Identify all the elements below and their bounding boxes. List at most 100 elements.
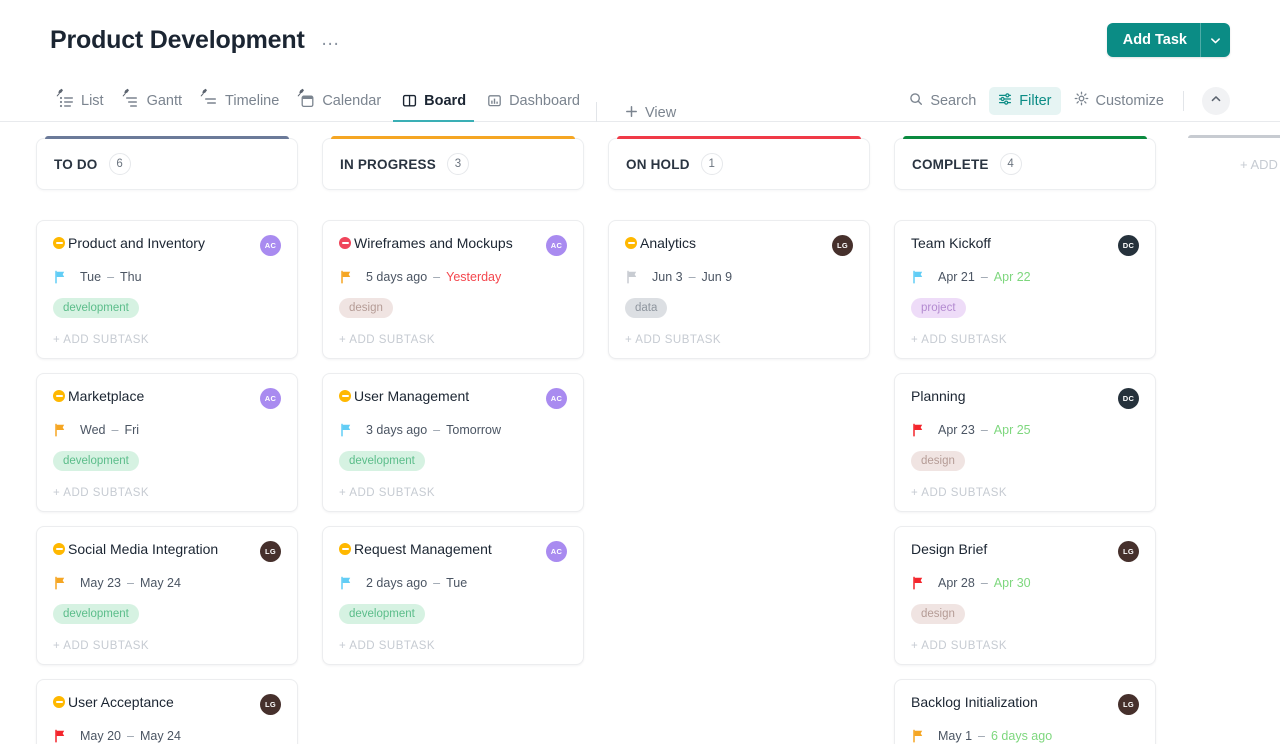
add-subtask-button[interactable]: + ADD SUBTASK (339, 487, 567, 499)
tab-gantt[interactable]: Gantt (114, 80, 192, 122)
task-card[interactable]: Social Media Integration LG May 23– May 24 d… (36, 526, 298, 665)
avatar[interactable]: LG (1118, 541, 1139, 562)
task-status-icon[interactable] (339, 237, 351, 249)
task-card[interactable]: Request Management AC 2 days ago – Tue develo… (322, 526, 584, 665)
add-subtask-button[interactable]: + ADD SUBTASK (53, 640, 281, 652)
task-status-icon[interactable] (339, 390, 351, 402)
task-card[interactable]: Planning DC Apr 23– Apr 25 design + ADD SUBTA… (894, 373, 1156, 512)
task-card[interactable]: Marketplace AC Wed – Fri development + ADD SUB… (36, 373, 298, 512)
task-status-icon[interactable] (53, 390, 65, 402)
customize-button[interactable]: Customize (1065, 86, 1174, 115)
add-status-button[interactable]: + ADD STATUS (1180, 135, 1280, 190)
add-status-column[interactable]: + ADD STATUS (1180, 135, 1280, 744)
avatar[interactable]: DC (1118, 388, 1139, 409)
task-title: Analytics (625, 235, 832, 252)
task-tag[interactable]: development (339, 604, 425, 624)
task-due-date: Fri (124, 423, 140, 437)
task-tag-row: development (53, 298, 281, 318)
column-header[interactable]: ON HOLD 1 (608, 136, 870, 190)
add-subtask-button[interactable]: + ADD SUBTASK (911, 334, 1139, 346)
avatar[interactable]: AC (546, 388, 567, 409)
avatar[interactable]: DC (1118, 235, 1139, 256)
add-task-button[interactable]: Add Task (1106, 23, 1230, 57)
task-card[interactable]: User AcceptanceLGMay 20–May 24developmen… (36, 679, 298, 744)
column-header[interactable]: TO DO 6 (36, 136, 298, 190)
page-options-button[interactable]: … (321, 30, 341, 49)
task-date-range[interactable]: May 20– May 24 (53, 729, 281, 743)
task-tag[interactable]: development (53, 298, 139, 318)
task-date-range[interactable]: Wed – Fri (53, 423, 281, 437)
top-bar: Product Development … Add Task (0, 0, 1280, 80)
column-header[interactable]: IN PROGRESS 3 (322, 136, 584, 190)
task-status-icon[interactable] (625, 237, 637, 249)
task-date-range[interactable]: Jun 3– Jun 9 (625, 270, 853, 284)
add-subtask-button[interactable]: + ADD SUBTASK (53, 334, 281, 346)
task-date-range[interactable]: May 1–6 days ago (911, 729, 1139, 743)
task-tag[interactable]: data (625, 298, 668, 318)
task-card[interactable]: Analytics LG Jun 3– Jun 9 data + ADD SUBTASK (608, 220, 870, 359)
task-tag[interactable]: design (911, 451, 965, 471)
search-button[interactable]: Search (900, 87, 985, 115)
add-subtask-button[interactable]: + ADD SUBTASK (911, 640, 1139, 652)
tab-timeline[interactable]: Timeline (192, 80, 289, 122)
task-tag[interactable]: design (339, 298, 393, 318)
task-date-range[interactable]: Apr 23– Apr 25 (911, 423, 1139, 437)
collapse-toolbar-button[interactable] (1202, 86, 1230, 115)
tab-board[interactable]: Board (391, 80, 476, 122)
task-due-date: May 24 (139, 729, 181, 743)
dashboard-icon (486, 92, 503, 109)
avatar[interactable]: AC (260, 388, 281, 409)
tab-dashboard[interactable]: Dashboard (476, 80, 590, 122)
tab-calendar[interactable]: Calendar (289, 80, 391, 122)
avatar[interactable]: AC (260, 235, 281, 256)
add-view-button[interactable]: View (617, 105, 684, 122)
task-date-range[interactable]: 5 days ago – Yesterday (339, 270, 567, 284)
avatar[interactable]: LG (260, 541, 281, 562)
column-title: ON HOLD (626, 156, 690, 172)
column-title: IN PROGRESS (340, 156, 436, 172)
column-accent-bar (331, 136, 575, 139)
view-toolbar: Search Filter Customize (900, 86, 1230, 115)
task-card[interactable]: Wireframes and Mockups AC 5 days ago – Yeste… (322, 220, 584, 359)
task-title-text: Marketplace (68, 388, 145, 404)
task-tag[interactable]: development (53, 451, 139, 471)
task-tag[interactable]: development (339, 451, 425, 471)
task-tag[interactable]: project (911, 298, 966, 318)
task-card[interactable]: Design Brief LG Apr 28– Apr 30 design + ADD S… (894, 526, 1156, 665)
avatar[interactable]: LG (1118, 694, 1139, 715)
task-tag[interactable]: development (53, 604, 139, 624)
avatar[interactable]: LG (260, 694, 281, 715)
task-card[interactable]: Product and Inventory AC Tue – Thu developmen… (36, 220, 298, 359)
add-view-label: View (645, 105, 677, 121)
task-status-icon[interactable] (53, 543, 65, 555)
task-date-range[interactable]: Apr 21– Apr 22 (911, 270, 1139, 284)
add-task-dropdown-button[interactable] (1200, 23, 1230, 57)
task-card[interactable]: User Management AC 3 days ago – Tomorrow deve… (322, 373, 584, 512)
tab-list[interactable]: List (48, 80, 114, 122)
date-separator: – (433, 270, 441, 284)
avatar[interactable]: AC (546, 541, 567, 562)
avatar[interactable]: LG (832, 235, 853, 256)
task-date-range[interactable]: May 23– May 24 (53, 576, 281, 590)
column-accent-bar (903, 136, 1147, 139)
add-subtask-button[interactable]: + ADD SUBTASK (625, 334, 853, 346)
avatar[interactable]: AC (546, 235, 567, 256)
column-header[interactable]: COMPLETE 4 (894, 136, 1156, 190)
add-status-label: + ADD STATUS (1240, 156, 1280, 172)
add-subtask-button[interactable]: + ADD SUBTASK (339, 640, 567, 652)
task-date-range[interactable]: Tue – Thu (53, 270, 281, 284)
task-card[interactable]: Backlog Initialization LG May 1–6 days ago (894, 679, 1156, 744)
filter-button[interactable]: Filter (989, 86, 1061, 115)
task-status-icon[interactable] (53, 696, 65, 708)
add-subtask-button[interactable]: + ADD SUBTASK (339, 334, 567, 346)
add-subtask-button[interactable]: + ADD SUBTASK (53, 487, 281, 499)
pin-icon (56, 88, 65, 97)
task-status-icon[interactable] (339, 543, 351, 555)
task-status-icon[interactable] (53, 237, 65, 249)
task-tag[interactable]: design (911, 604, 965, 624)
task-card[interactable]: Team Kickoff DC Apr 21– Apr 22 project + ADD … (894, 220, 1156, 359)
task-date-range[interactable]: 3 days ago – Tomorrow (339, 423, 567, 437)
task-date-range[interactable]: 2 days ago – Tue (339, 576, 567, 590)
task-date-range[interactable]: Apr 28– Apr 30 (911, 576, 1139, 590)
add-subtask-button[interactable]: + ADD SUBTASK (911, 487, 1139, 499)
